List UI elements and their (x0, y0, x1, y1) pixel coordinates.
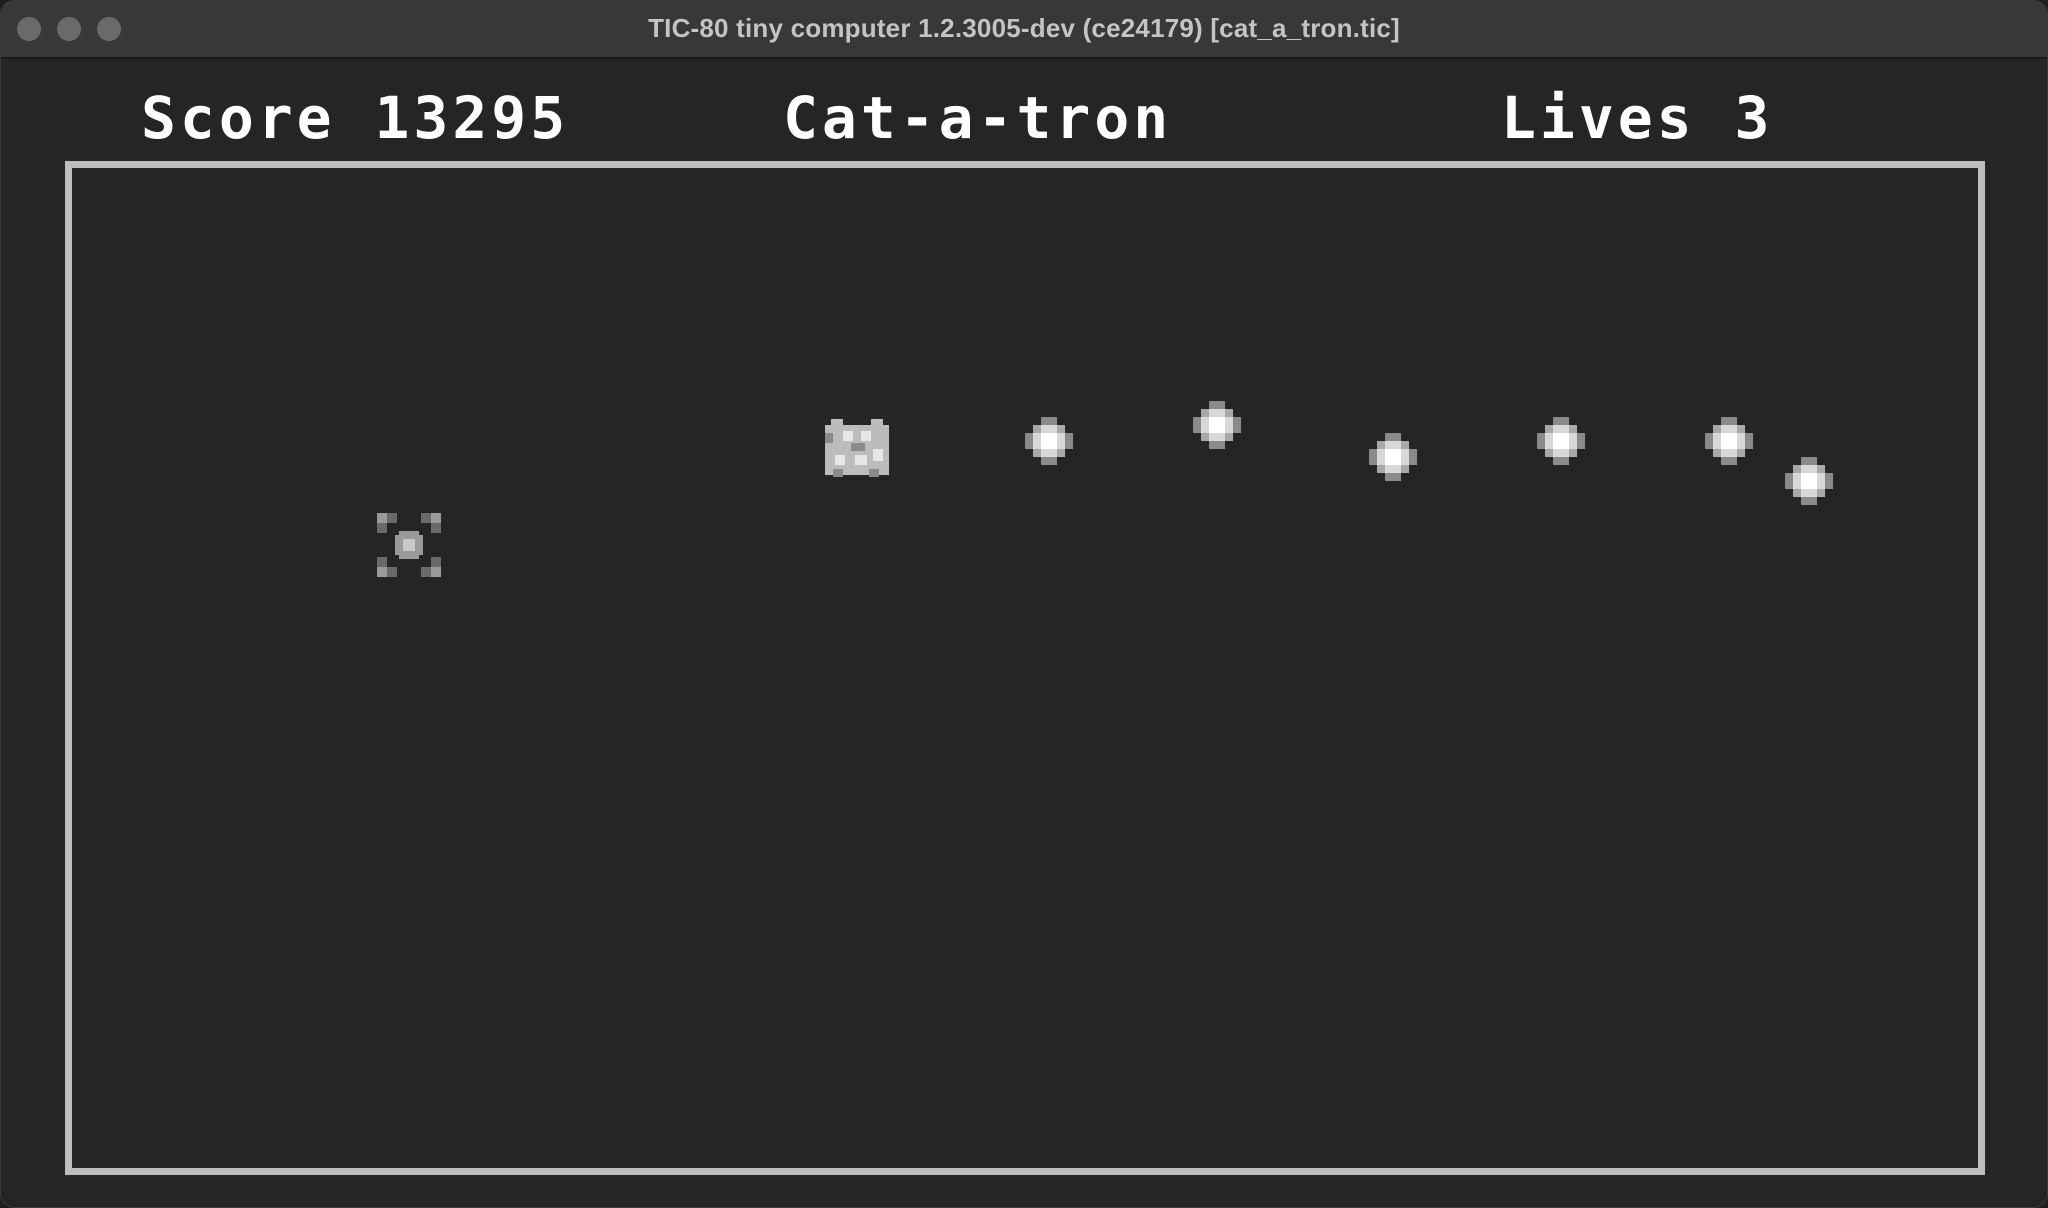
enemy-orb-1 (1025, 417, 1073, 465)
app-window: TIC-80 tiny computer 1.2.3005-dev (ce241… (0, 0, 2048, 1208)
sprite-layer (377, 401, 1833, 577)
window-title: TIC-80 tiny computer 1.2.3005-dev (ce241… (648, 13, 1400, 43)
enemy-orb-5 (1705, 417, 1753, 465)
enemy-orb-3 (1369, 433, 1417, 481)
enemy-orb-2 (1193, 401, 1241, 449)
title-bar[interactable]: TIC-80 tiny computer 1.2.3005-dev (ce241… (1, 1, 2047, 59)
crosshair-icon (377, 513, 441, 577)
player-cat-sprite (825, 419, 889, 477)
enemy-orb-4 (1537, 417, 1585, 465)
enemy-orb-6 (1785, 457, 1833, 505)
game-screen[interactable]: Score 13295 Cat-a-tron Lives 3 (1, 59, 2047, 1207)
